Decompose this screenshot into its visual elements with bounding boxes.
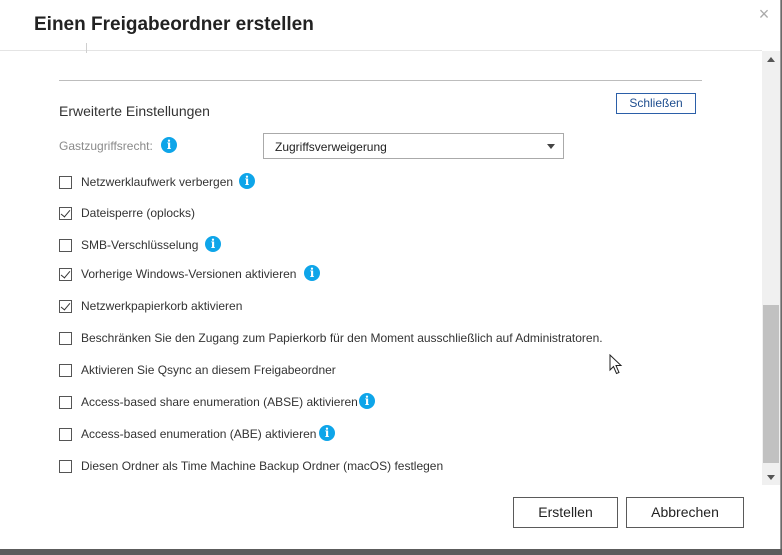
- guest-access-label: Gastzugriffsrecht:: [59, 139, 153, 153]
- option-label[interactable]: Access-based share enumeration (ABSE) ak…: [81, 395, 358, 409]
- mouse-pointer-icon: [609, 354, 623, 375]
- scrolled-content-remnant: [86, 43, 87, 53]
- scroll-up-arrow-icon[interactable]: [767, 57, 775, 62]
- info-icon[interactable]: i: [359, 393, 375, 409]
- guest-access-select[interactable]: Zugriffsverweigerung: [263, 133, 564, 159]
- option-checkbox[interactable]: [59, 460, 72, 473]
- option-label[interactable]: SMB-Verschlüsselung: [81, 238, 198, 252]
- option-label[interactable]: Dateisperre (oplocks): [81, 206, 195, 220]
- header-divider: [0, 50, 762, 51]
- option-checkbox[interactable]: [59, 396, 72, 409]
- scroll-down-arrow-icon[interactable]: [767, 475, 775, 480]
- window-bottom-edge: [0, 549, 782, 555]
- close-icon[interactable]: ×: [755, 5, 773, 23]
- option-label[interactable]: Aktivieren Sie Qsync an diesem Freigabeo…: [81, 363, 336, 377]
- option-checkbox[interactable]: [59, 300, 72, 313]
- option-checkbox[interactable]: [59, 176, 72, 189]
- option-checkbox[interactable]: [59, 239, 72, 252]
- dialog-title: Einen Freigabeordner erstellen: [34, 14, 314, 35]
- content-scrollbar[interactable]: [762, 51, 780, 485]
- guest-access-value: Zugriffsverweigerung: [275, 140, 387, 154]
- info-icon[interactable]: i: [161, 137, 177, 153]
- option-checkbox[interactable]: [59, 268, 72, 281]
- option-checkbox[interactable]: [59, 364, 72, 377]
- option-label[interactable]: Diesen Ordner als Time Machine Backup Or…: [81, 459, 443, 473]
- scrollbar-thumb[interactable]: [763, 305, 779, 463]
- create-shared-folder-dialog: Einen Freigabeordner erstellen × Erweite…: [0, 0, 781, 549]
- option-label[interactable]: Beschränken Sie den Zugang zum Papierkor…: [81, 331, 603, 345]
- create-button[interactable]: Erstellen: [513, 497, 618, 528]
- option-label[interactable]: Vorherige Windows-Versionen aktivieren: [81, 267, 296, 281]
- option-checkbox[interactable]: [59, 428, 72, 441]
- info-icon[interactable]: i: [319, 425, 335, 441]
- cancel-button[interactable]: Abbrechen: [626, 497, 744, 528]
- option-checkbox[interactable]: [59, 207, 72, 220]
- info-icon[interactable]: i: [304, 265, 320, 281]
- advanced-settings-title: Erweiterte Einstellungen: [59, 103, 210, 119]
- info-icon[interactable]: i: [239, 173, 255, 189]
- option-label[interactable]: Access-based enumeration (ABE) aktiviere…: [81, 427, 316, 441]
- option-label[interactable]: Netzwerkpapierkorb aktivieren: [81, 299, 242, 313]
- section-divider: [59, 80, 702, 81]
- option-label[interactable]: Netzwerklaufwerk verbergen: [81, 175, 233, 189]
- info-icon[interactable]: i: [205, 236, 221, 252]
- collapse-advanced-button[interactable]: Schließen: [616, 93, 696, 114]
- chevron-down-icon: [547, 144, 555, 149]
- option-checkbox[interactable]: [59, 332, 72, 345]
